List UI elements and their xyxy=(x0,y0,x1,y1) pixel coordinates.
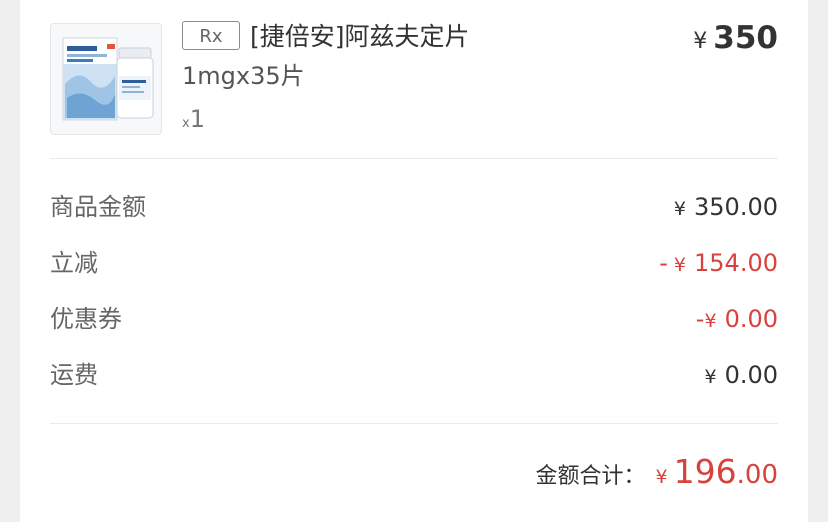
price-value: 350 xyxy=(713,20,778,56)
total-decimal: .00 xyxy=(736,460,778,490)
currency-symbol: ¥ xyxy=(704,310,717,332)
product-price: ¥350 xyxy=(693,20,778,56)
total-label: 金额合计： xyxy=(535,464,646,489)
summary-value: -¥ 0.00 xyxy=(696,299,778,341)
total-integer: 196 xyxy=(673,452,737,491)
product-name[interactable]: [捷倍安]阿兹夫定片 xyxy=(250,20,470,54)
summary-label: 运费 xyxy=(50,361,98,389)
medicine-package-icon xyxy=(51,24,161,134)
amount: 350.00 xyxy=(694,193,778,221)
product-spec: 1mgx35片 xyxy=(182,62,305,90)
divider xyxy=(50,423,778,424)
currency-symbol: ¥ xyxy=(673,198,687,220)
summary-value: ¥0.00 xyxy=(704,355,778,397)
rx-badge: Rx xyxy=(182,21,240,50)
currency-symbol: ¥ xyxy=(693,29,708,54)
amount: 0.00 xyxy=(724,361,778,389)
summary-row-instant-discount: 立减 - ¥154.00 xyxy=(50,243,778,283)
summary-row-subtotal: 商品金额 ¥350.00 xyxy=(50,187,778,227)
summary-row-coupon[interactable]: 优惠券 -¥ 0.00 xyxy=(50,299,778,339)
summary-value: - ¥154.00 xyxy=(659,243,778,285)
currency-symbol: ¥ xyxy=(704,366,717,388)
currency-symbol: ¥ xyxy=(655,466,668,488)
summary-label: 优惠券 xyxy=(50,305,122,333)
summary-value: ¥350.00 xyxy=(674,187,778,229)
divider xyxy=(50,158,778,159)
quantity-prefix: x xyxy=(182,116,190,131)
amount: 154.00 xyxy=(694,249,778,277)
amount-sign: - xyxy=(659,249,668,277)
summary-label: 商品金额 xyxy=(50,193,146,221)
product-image[interactable] xyxy=(50,23,162,135)
quantity-value: 1 xyxy=(189,105,205,133)
amount: 0.00 xyxy=(724,305,778,333)
order-summary-card: Rx [捷倍安]阿兹夫定片 1mgx35片 x1 ¥350 商品金额 ¥350.… xyxy=(20,0,808,522)
order-total: 金额合计： ¥ 196 .00 xyxy=(536,452,778,496)
summary-label: 立减 xyxy=(50,249,98,277)
summary-row-shipping: 运费 ¥0.00 xyxy=(50,355,778,395)
product-quantity: x1 xyxy=(182,105,205,133)
currency-symbol: ¥ xyxy=(673,254,687,276)
